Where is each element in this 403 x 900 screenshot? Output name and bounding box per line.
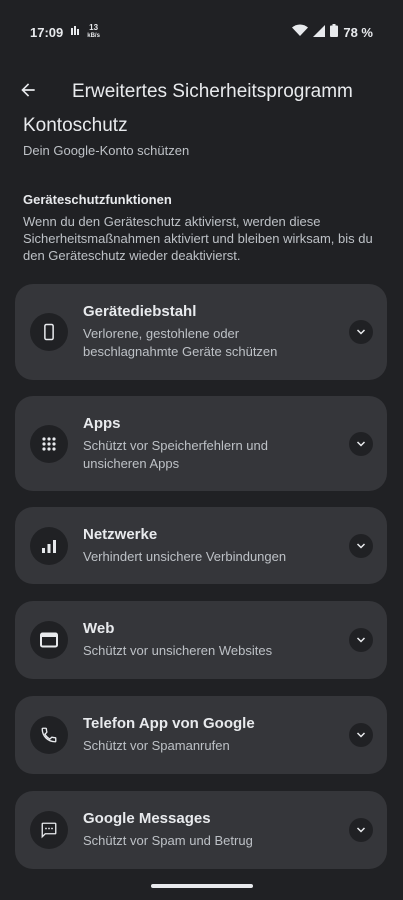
card-title: Netzwerke	[83, 525, 158, 543]
apps-grid-icon	[30, 424, 68, 463]
gesture-nav-handle[interactable]	[151, 884, 253, 888]
card-device-theft[interactable]: Gerätediebstahl Verlorene, gestohlene od…	[15, 284, 387, 380]
content: Kontoschutz Dein Google-Konto schützen G…	[0, 110, 403, 264]
account-protection-subtitle: Dein Google-Konto schützen	[23, 143, 190, 158]
card-texts: Web Schützt vor unsicheren Websites	[83, 620, 335, 660]
message-icon	[30, 811, 68, 849]
signal-bars-icon	[30, 526, 68, 565]
phone-icon	[30, 313, 68, 351]
status-right: 78 %	[292, 24, 373, 40]
net-speed-unit: kB/s	[87, 33, 100, 39]
card-networks[interactable]: Netzwerke Verhindert unsichere Verbindun…	[15, 507, 387, 584]
chevron-down-icon[interactable]	[349, 818, 373, 842]
card-texts: Netzwerke Verhindert unsichere Verbindun…	[83, 526, 335, 566]
battery-percent: 78 %	[343, 24, 373, 40]
card-title: Gerätediebstahl	[83, 303, 197, 320]
arrow-back-icon	[18, 80, 38, 105]
card-title: Apps	[83, 414, 121, 432]
card-title: Telefon App von Google	[83, 715, 255, 732]
battery-icon	[330, 24, 339, 40]
card-desc: Verlorene, gestohlene oder beschlagnahmt…	[83, 326, 278, 359]
card-texts: Telefon App von Google Schützt vor Spama…	[83, 715, 335, 755]
card-title: Google Messages	[83, 810, 211, 827]
card-texts: Gerätediebstahl Verlorene, gestohlene od…	[83, 303, 335, 361]
status-bar: 17:09 13 kB/s 78 %	[0, 0, 403, 64]
card-texts: Apps Schützt vor Speicherfehlern und uns…	[83, 415, 335, 473]
wifi-icon	[292, 24, 309, 40]
chevron-down-icon[interactable]	[349, 628, 373, 652]
page-title: Erweitertes Sicherheitsprogramm	[72, 81, 353, 102]
browser-window-icon	[30, 621, 68, 659]
card-phone-app[interactable]: Telefon App von Google Schützt vor Spama…	[15, 696, 387, 774]
status-time: 17:09	[30, 24, 64, 40]
chevron-down-icon[interactable]	[349, 533, 373, 558]
card-desc: Schützt vor Spam und Betrug	[83, 833, 253, 848]
chevron-down-icon[interactable]	[349, 723, 373, 747]
phone-call-icon	[30, 716, 68, 754]
account-protection-title[interactable]: Kontoschutz	[23, 115, 403, 137]
card-apps[interactable]: Apps Schützt vor Speicherfehlern und uns…	[15, 396, 387, 491]
card-texts: Google Messages Schützt vor Spam und Bet…	[83, 810, 335, 850]
card-desc: Schützt vor Speicherfehlern und unsicher…	[83, 437, 268, 471]
device-protection-description: Wenn du den Geräteschutz aktivierst, wer…	[23, 214, 373, 263]
notification-icon	[69, 25, 81, 40]
back-button[interactable]	[4, 68, 52, 116]
card-web[interactable]: Web Schützt vor unsicheren Websites	[15, 601, 387, 679]
card-title: Web	[83, 620, 115, 637]
chevron-down-icon[interactable]	[349, 431, 373, 456]
cell-signal-icon	[313, 24, 326, 40]
card-desc: Schützt vor unsicheren Websites	[83, 643, 273, 658]
card-desc: Verhindert unsichere Verbindungen	[83, 548, 287, 564]
chevron-down-icon[interactable]	[349, 320, 373, 344]
status-left: 17:09 13 kB/s	[30, 24, 100, 40]
device-protection-heading: Geräteschutzfunktionen	[23, 192, 172, 207]
net-speed-value: 13	[89, 23, 99, 32]
card-desc: Schützt vor Spamanrufen	[83, 738, 230, 753]
net-speed: 13 kB/s	[87, 24, 100, 40]
card-google-messages[interactable]: Google Messages Schützt vor Spam und Bet…	[15, 791, 387, 869]
